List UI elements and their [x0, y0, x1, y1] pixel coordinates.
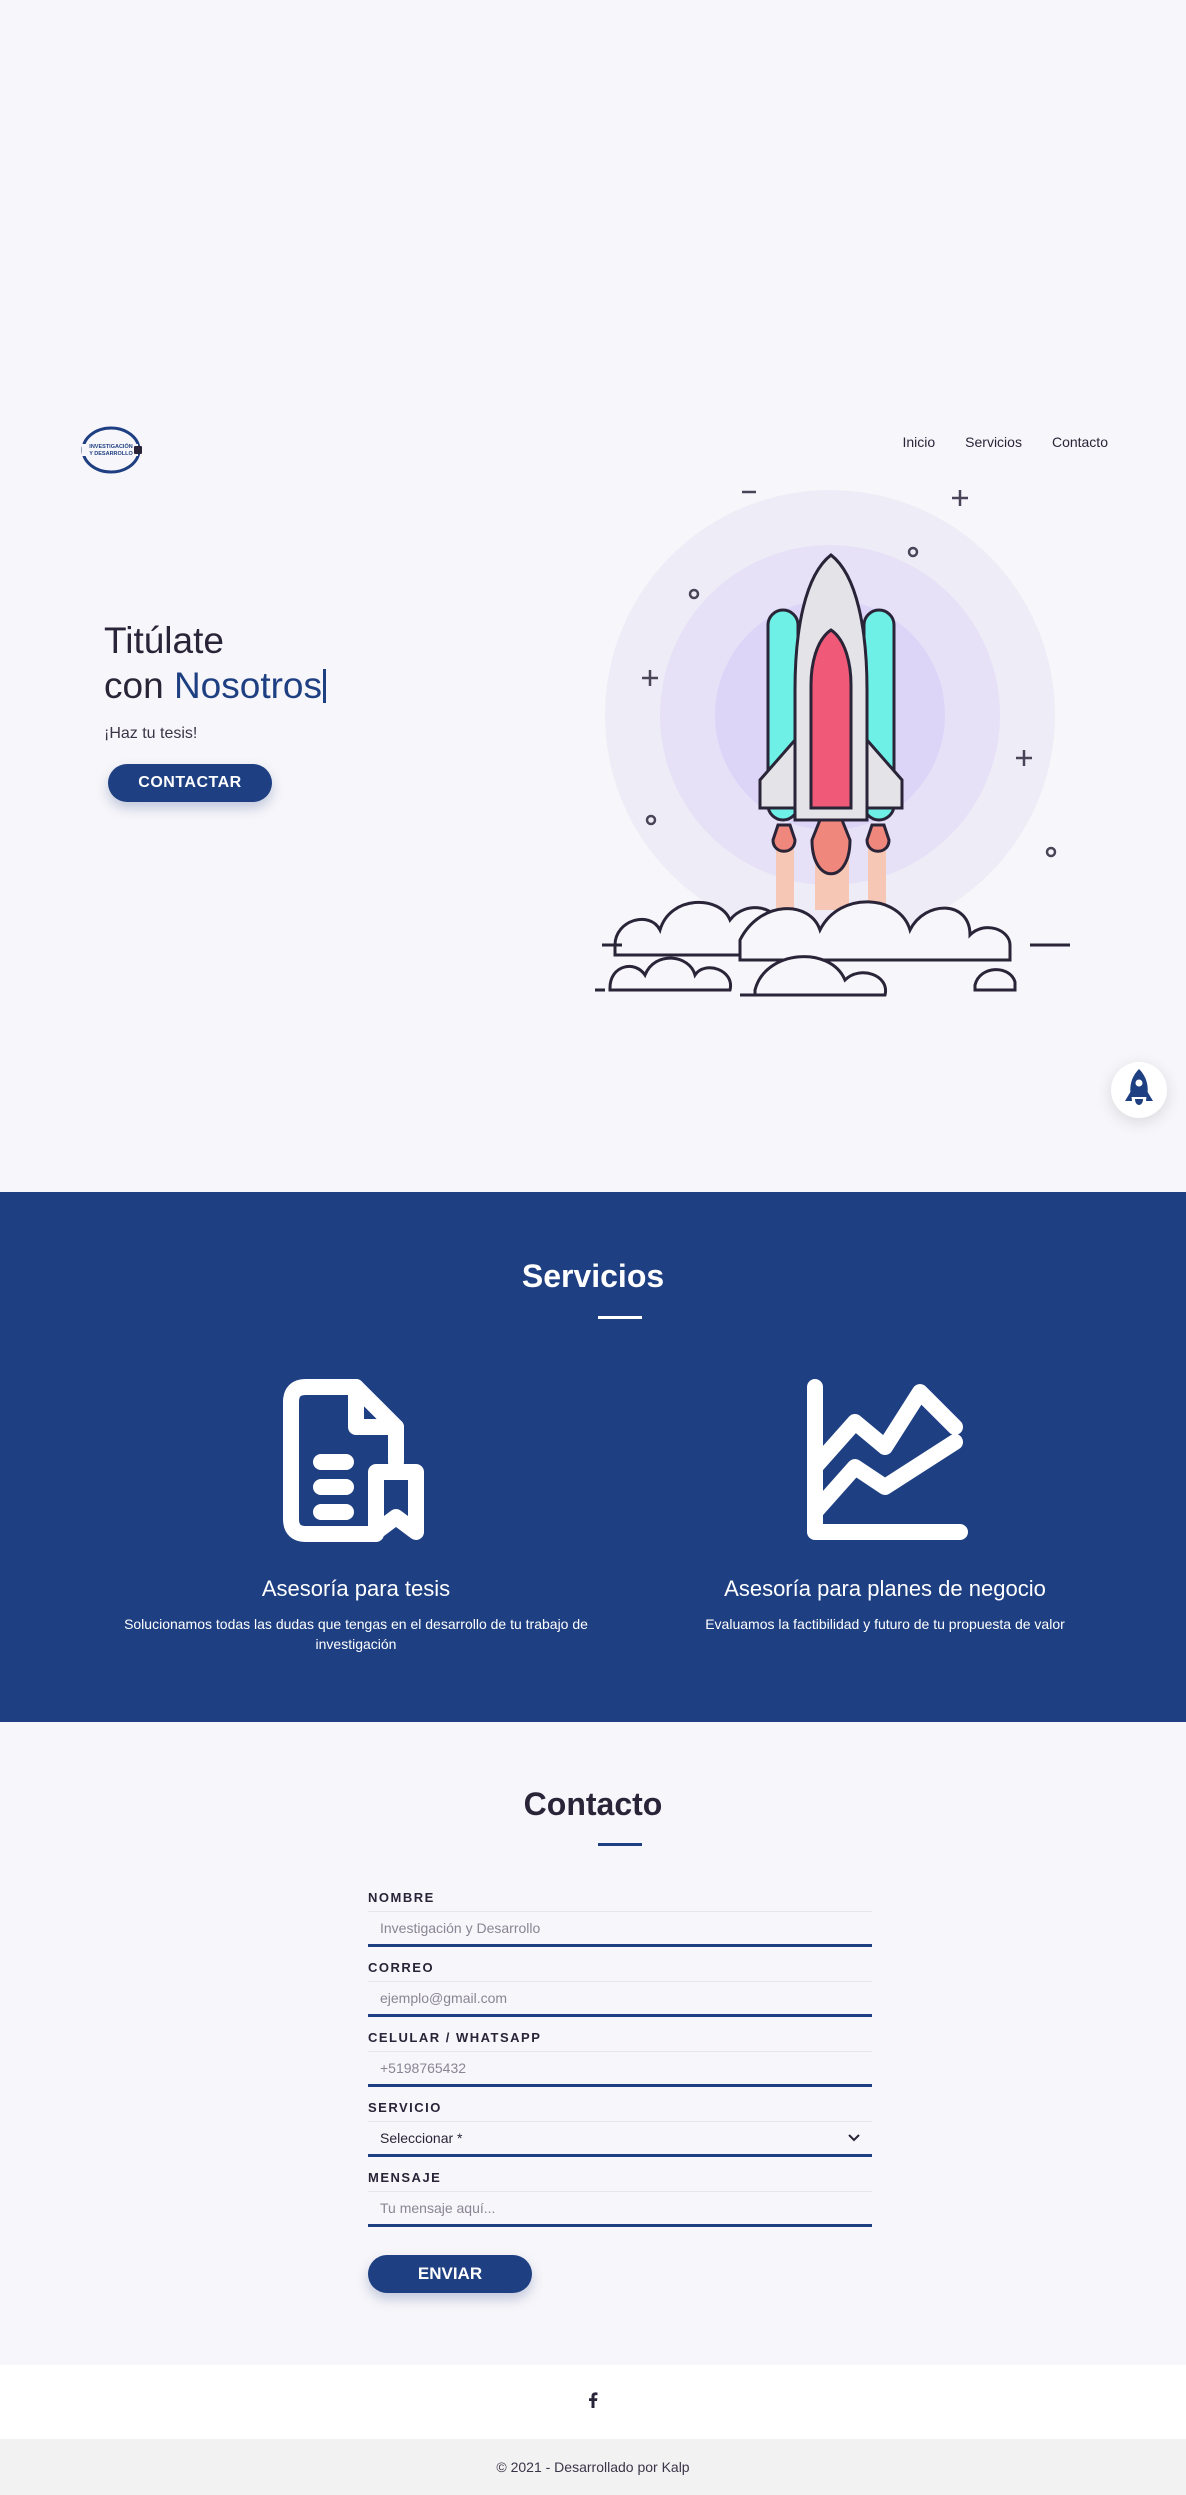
service-title: Asesoría para planes de negocio	[724, 1576, 1046, 1601]
svg-text:INVESTIGACIÓN: INVESTIGACIÓN	[89, 442, 132, 450]
service-label: SERVICIO	[368, 2100, 442, 2115]
hero-title-accent: Nosotros	[173, 665, 322, 706]
growth-chart-icon	[795, 1372, 975, 1552]
hero-title-prefix: con	[104, 665, 174, 706]
service-description: Evaluamos la factibilidad y futuro de tu…	[705, 1616, 1065, 1632]
site-logo[interactable]: INVESTIGACIÓN Y DESARROLLO	[80, 424, 146, 476]
name-input[interactable]: Investigación y Desarrollo	[368, 1911, 872, 1947]
rocket-illustration	[590, 490, 1090, 1010]
service-description: Solucionamos todas las dudas que tengas …	[124, 1616, 588, 1652]
email-field: CORREO ejemplo@gmail.com	[368, 1960, 872, 2017]
nav-servicios[interactable]: Servicios	[965, 434, 1022, 450]
service-select-value: Seleccionar *	[380, 2130, 463, 2146]
name-field: NOMBRE Investigación y Desarrollo	[368, 1890, 872, 1947]
svg-text:Y DESARROLLO: Y DESARROLLO	[89, 451, 133, 457]
rocket-icon	[1125, 1069, 1153, 1105]
main-nav: Inicio Servicios Contacto	[902, 434, 1108, 450]
chevron-down-icon	[848, 2134, 860, 2142]
typing-caret	[323, 669, 326, 703]
email-input[interactable]: ejemplo@gmail.com	[368, 1981, 872, 2017]
services-title: Servicios	[521, 1258, 665, 1294]
scroll-top-button[interactable]	[1111, 1062, 1167, 1118]
message-field: MENSAJE Tu mensaje aquí...	[368, 2170, 872, 2227]
hero-title: Titúlate con Nosotros	[104, 618, 326, 708]
email-label: CORREO	[368, 1960, 435, 1975]
service-card-tesis: Asesoría para tesis Solucionamos todas l…	[116, 1372, 596, 1654]
nav-contacto[interactable]: Contacto	[1052, 434, 1108, 450]
contact-title-underline	[598, 1843, 642, 1846]
name-label: NOMBRE	[368, 1890, 435, 1905]
service-select[interactable]: Seleccionar *	[368, 2121, 872, 2157]
message-label: MENSAJE	[368, 2170, 442, 2185]
hero-subtitle: ¡Haz tu tesis!	[104, 725, 198, 742]
contact-button[interactable]: CONTACTAR	[108, 764, 272, 802]
service-card-negocio: Asesoría para planes de negocio Evaluamo…	[645, 1372, 1125, 1634]
services-section: Servicios Asesoría para tesis Solucionam…	[0, 1192, 1186, 1722]
service-field: SERVICIO Seleccionar *	[368, 2100, 872, 2157]
facebook-icon[interactable]	[588, 2391, 598, 2413]
copyright: © 2021 - Desarrollado por Kalp	[0, 2439, 1186, 2495]
social-bar	[0, 2365, 1186, 2439]
service-title: Asesoría para tesis	[261, 1576, 451, 1601]
services-title-underline	[598, 1316, 642, 1319]
phone-input[interactable]: +5198765432	[368, 2051, 872, 2087]
phone-label: CELULAR / WHATSAPP	[368, 2030, 542, 2045]
phone-field: CELULAR / WHATSAPP +5198765432	[368, 2030, 872, 2087]
contact-title: Contacto	[523, 1786, 663, 1822]
send-button[interactable]: ENVIAR	[368, 2255, 532, 2293]
nav-inicio[interactable]: Inicio	[902, 434, 935, 450]
message-textarea[interactable]: Tu mensaje aquí...	[368, 2191, 872, 2227]
document-bookmark-icon	[266, 1372, 446, 1552]
hero-title-line1: Titúlate	[104, 620, 224, 661]
